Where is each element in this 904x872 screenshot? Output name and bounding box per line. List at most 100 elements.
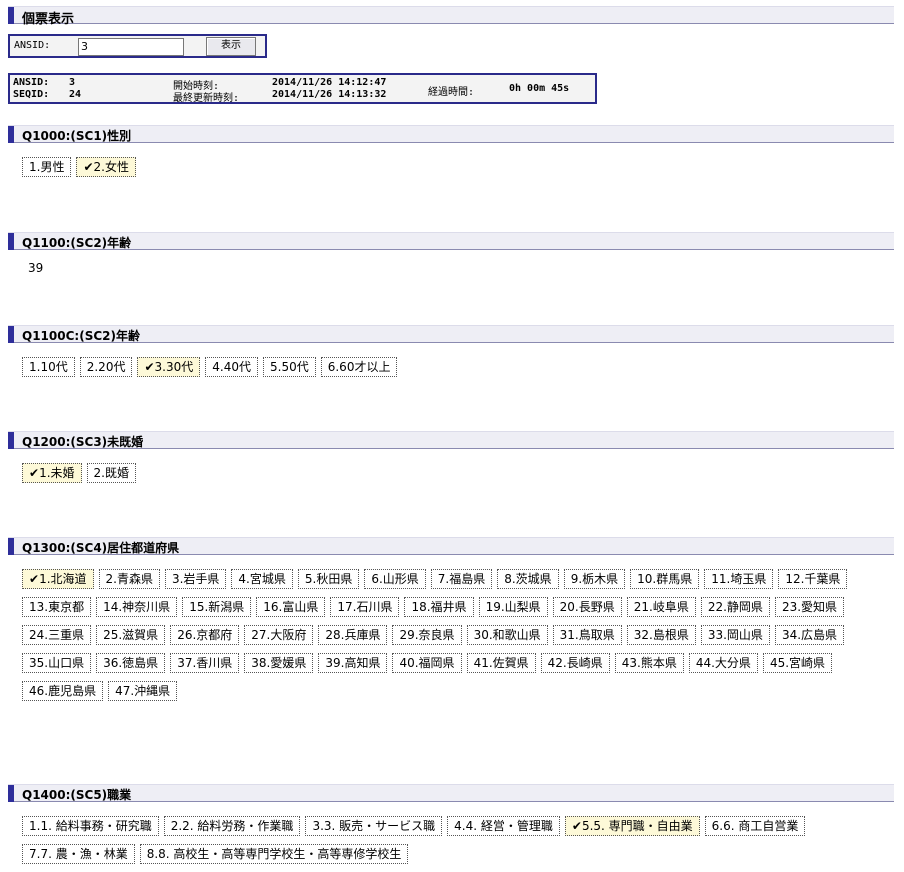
option-chip: 24.三重県: [22, 625, 92, 645]
header-accent-bar: [8, 432, 14, 449]
option-label: 14.神奈川県: [103, 600, 171, 614]
option-chip: 2.既婚: [86, 463, 136, 483]
option-chip: 7.7. 農・漁・林業: [22, 844, 135, 864]
check-icon: ✔: [29, 466, 40, 480]
options-q1100c: 1.10代 2.20代 ✔3.30代 4.40代 5.50代 6.60才以上: [22, 357, 402, 385]
option-chip: 47.沖縄県: [108, 681, 178, 701]
option-label: 27.大阪府: [251, 628, 307, 642]
option-chip: 8.8. 高校生・高等専門学校生・高等専修学校生: [139, 844, 409, 864]
options-q1000: 1.男性 ✔2.女性: [22, 157, 141, 185]
option-chip: 6.山形県: [364, 569, 426, 589]
option-label: 47.沖縄県: [115, 684, 171, 698]
option-label: 1.北海道: [39, 572, 87, 586]
option-chip: 20.長野県: [552, 597, 622, 617]
info-ansid-value: 3: [69, 77, 76, 88]
option-label: 1.1. 給料事務・研究職: [29, 819, 152, 833]
option-label: 12.千葉県: [785, 572, 841, 586]
option-label: 5.5. 専門職・自由業: [581, 819, 693, 833]
header-accent-bar: [8, 538, 14, 555]
option-label: 32.島根県: [633, 628, 689, 642]
option-label: 15.新潟県: [189, 600, 245, 614]
ansid-input[interactable]: 3: [78, 38, 184, 56]
option-chip: 34.広島県: [774, 625, 845, 645]
option-label: 17.石川県: [337, 600, 393, 614]
option-label: 4.4. 経営・管理職: [454, 819, 553, 833]
option-label: 2.2. 給料労務・作業職: [170, 819, 294, 833]
option-chip: 6.60才以上: [320, 357, 398, 377]
option-label: 35.山口県: [29, 656, 85, 670]
option-chip: 31.鳥取県: [552, 625, 622, 645]
option-label: 1.未婚: [39, 466, 75, 480]
check-icon: ✔: [83, 160, 94, 174]
option-chip: 17.石川県: [330, 597, 400, 617]
option-chip: 14.神奈川県: [96, 597, 178, 617]
option-label: 2.既婚: [93, 466, 129, 480]
show-button[interactable]: 表示: [206, 37, 256, 56]
option-chip: 26.京都府: [170, 625, 240, 645]
section-q1100c-header: Q1100C:(SC2)年齢: [8, 325, 894, 343]
option-label: 43.熊本県: [621, 656, 677, 670]
section-title: Q1200:(SC3)未既婚: [22, 435, 144, 449]
search-panel: ANSID: 3 表示: [8, 34, 267, 58]
option-chip: 8.茨城県: [497, 569, 559, 589]
option-chip: 33.岡山県: [700, 625, 770, 645]
option-chip: 35.山口県: [22, 653, 92, 673]
option-label: 6.山形県: [371, 572, 419, 586]
option-label: 4.40代: [212, 360, 251, 374]
age-answer: 39: [28, 261, 44, 275]
section-q1000-header: Q1000:(SC1)性別: [8, 125, 894, 143]
option-label: 4.宮城県: [238, 572, 286, 586]
update-time-label: 最終更新時刻:: [173, 93, 240, 104]
option-chip: 2.青森県: [98, 569, 160, 589]
option-label: 26.京都府: [177, 628, 233, 642]
section-title: Q1400:(SC5)職業: [22, 788, 132, 802]
option-label: 7.福島県: [437, 572, 486, 586]
option-chip: 32.島根県: [626, 625, 696, 645]
section-q1100-header: Q1100:(SC2)年齢: [8, 232, 894, 250]
section-title: Q1300:(SC4)居住都道府県: [22, 541, 180, 555]
ansid-search-label: ANSID:: [14, 40, 51, 51]
option-label: 46.鹿児島県: [29, 684, 97, 698]
info-seqid-value: 24: [69, 89, 82, 100]
option-chip: 30.和歌山県: [466, 625, 548, 645]
header-accent-bar: [8, 326, 14, 343]
option-chip: 23.愛知県: [774, 597, 845, 617]
option-chip: 2.20代: [79, 357, 133, 377]
option-label: 34.広島県: [781, 628, 838, 642]
option-label: 3.3. 販売・サービス職: [312, 819, 436, 833]
option-chip: 22.静岡県: [700, 597, 770, 617]
option-label: 5.秋田県: [304, 572, 353, 586]
section-title: Q1100C:(SC2)年齢: [22, 329, 140, 343]
option-chip: 1.10代: [22, 357, 75, 377]
option-chip: 11.埼玉県: [704, 569, 774, 589]
option-chip: 12.千葉県: [778, 569, 848, 589]
option-label: 8.8. 高校生・高等専門学校生・高等専修学校生: [146, 847, 402, 861]
section-title: Q1000:(SC1)性別: [22, 129, 132, 143]
option-label: 38.愛媛県: [251, 656, 307, 670]
page-header: 個票表示: [8, 6, 894, 27]
option-label: 39.高知県: [325, 656, 381, 670]
option-chip: 7.福島県: [430, 569, 493, 589]
info-ansid-label: ANSID:: [13, 77, 50, 88]
option-chip: 36.徳島県: [96, 653, 166, 673]
option-chip: 3.3. 販売・サービス職: [305, 816, 443, 836]
option-label: 41.佐賀県: [473, 656, 529, 670]
start-time-value: 2014/11/26 14:12:47: [272, 77, 387, 88]
option-label: 20.長野県: [559, 600, 615, 614]
option-label: 30.和歌山県: [473, 628, 541, 642]
option-label: 16.富山県: [263, 600, 319, 614]
option-label: 21.岐阜県: [633, 600, 689, 614]
options-q1200: ✔1.未婚 2.既婚: [22, 463, 141, 491]
option-label: 6.6. 商工自営業: [711, 819, 799, 833]
update-time-value: 2014/11/26 14:13:32: [272, 89, 387, 100]
options-q1300: ✔1.北海道 2.青森県 3.岩手県 4.宮城県 5.秋田県 6.山形県 7.福島県 8.茨城…: [22, 569, 892, 709]
option-chip: ✔3.30代: [137, 357, 201, 377]
option-label: 36.徳島県: [103, 656, 159, 670]
header-accent-bar: [8, 126, 14, 143]
option-chip: 4.宮城県: [231, 569, 293, 589]
option-label: 29.奈良県: [399, 628, 455, 642]
option-label: 10.群馬県: [637, 572, 693, 586]
option-chip: ✔1.未婚: [22, 463, 82, 483]
check-icon: ✔: [571, 819, 582, 833]
option-chip: 4.4. 経営・管理職: [447, 816, 560, 836]
